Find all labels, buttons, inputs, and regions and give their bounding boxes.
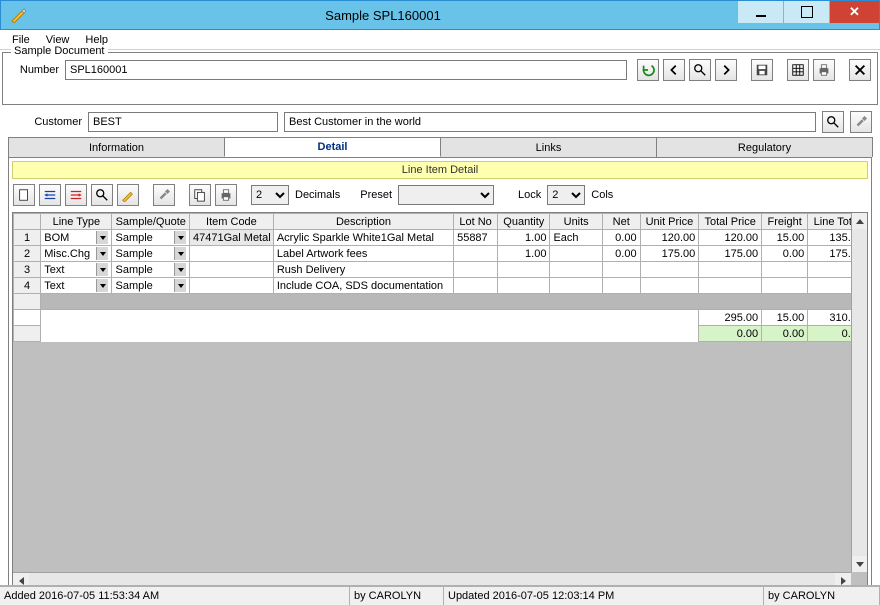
col-sample-quote: Sample/Quote: [112, 214, 190, 230]
indent-left-button[interactable]: [39, 184, 61, 206]
copy-button[interactable]: [189, 184, 211, 206]
col-rownum: [14, 214, 41, 230]
dropdown-arrow-icon[interactable]: [96, 263, 108, 276]
tab-body: Line Item Detail 2 Decimals Preset Lock …: [8, 157, 872, 593]
tab-links[interactable]: Links: [440, 137, 657, 157]
customer-row: Customer: [8, 111, 872, 133]
menu-bar: File View Help: [0, 30, 880, 50]
dropdown-arrow-icon[interactable]: [174, 231, 186, 244]
col-unit-price: Unit Price: [640, 214, 699, 230]
dropdown-arrow-icon[interactable]: [174, 279, 186, 292]
find-button[interactable]: [91, 184, 113, 206]
lock-label: Lock: [516, 189, 543, 201]
table-row[interactable]: 2Misc.ChgSampleLabel Artwork fees1.000.0…: [14, 246, 867, 262]
grid-vscroll[interactable]: [851, 213, 867, 572]
customer-search-button[interactable]: [822, 111, 844, 133]
totals-row-1: 295.00 15.00 310.00: [14, 310, 867, 326]
app-icon: [7, 4, 29, 26]
cols-label: Cols: [589, 189, 615, 201]
status-updated: Updated 2016-07-05 12:03:14 PM: [444, 586, 764, 605]
preset-select[interactable]: [398, 185, 494, 205]
edit-button[interactable]: [117, 184, 139, 206]
col-total-price: Total Price: [699, 214, 762, 230]
customer-settings-button[interactable]: [850, 111, 872, 133]
status-updated-by: by CAROLYN: [764, 586, 880, 605]
customer-name-input[interactable]: [284, 112, 816, 132]
scroll-up-icon[interactable]: [852, 213, 867, 229]
decimals-select[interactable]: 2: [251, 185, 289, 205]
scroll-down-icon[interactable]: [852, 556, 867, 572]
col-units: Units: [550, 214, 602, 230]
grid-spacer-row: [14, 294, 867, 310]
customer-label: Customer: [8, 116, 82, 128]
tab-detail[interactable]: Detail: [224, 137, 441, 157]
table-row[interactable]: 4TextSampleInclude COA, SDS documentatio…: [14, 278, 867, 294]
delete-button[interactable]: [849, 59, 871, 81]
status-bar: Added 2016-07-05 11:53:34 AM by CAROLYN …: [0, 585, 880, 605]
col-quantity: Quantity: [498, 214, 550, 230]
status-added-by: by CAROLYN: [350, 586, 444, 605]
window-title: Sample SPL160001: [29, 8, 737, 23]
tab-regulatory[interactable]: Regulatory: [656, 137, 873, 157]
col-item-code: Item Code: [190, 214, 274, 230]
totals-row-2: 0.00 0.00 0.00: [14, 326, 867, 342]
col-freight: Freight: [762, 214, 808, 230]
frame-label: Sample Document: [11, 45, 108, 57]
grid-button[interactable]: [787, 59, 809, 81]
dropdown-arrow-icon[interactable]: [174, 247, 186, 260]
decimals-label: Decimals: [293, 189, 342, 201]
dropdown-arrow-icon[interactable]: [96, 279, 108, 292]
lock-select[interactable]: 2: [547, 185, 585, 205]
detail-toolbar: 2 Decimals Preset Lock 2 Cols: [9, 182, 871, 208]
close-button[interactable]: [829, 1, 879, 23]
indent-right-button[interactable]: [65, 184, 87, 206]
col-description: Description: [273, 214, 453, 230]
number-input[interactable]: [65, 60, 627, 80]
maximize-button[interactable]: [783, 1, 829, 23]
dropdown-arrow-icon[interactable]: [96, 231, 108, 244]
titlebar: Sample SPL160001: [0, 0, 880, 30]
sample-document-frame: Sample Document Number: [2, 52, 878, 105]
print-detail-button[interactable]: [215, 184, 237, 206]
prev-button[interactable]: [663, 59, 685, 81]
tab-information[interactable]: Information: [8, 137, 225, 157]
tabs: Information Detail Links Regulatory: [8, 137, 872, 157]
col-line-type: Line Type: [41, 214, 112, 230]
status-added: Added 2016-07-05 11:53:34 AM: [0, 586, 350, 605]
tool-button[interactable]: [153, 184, 175, 206]
line-item-grid[interactable]: Line Type Sample/Quote Item Code Descrip…: [12, 212, 868, 589]
search-button[interactable]: [689, 59, 711, 81]
table-row[interactable]: 3TextSampleRush Delivery: [14, 262, 867, 278]
preset-label: Preset: [358, 189, 394, 201]
detail-banner: Line Item Detail: [12, 161, 868, 179]
customer-code-input[interactable]: [88, 112, 278, 132]
minimize-button[interactable]: [737, 1, 783, 23]
save-button[interactable]: [751, 59, 773, 81]
next-button[interactable]: [715, 59, 737, 81]
print-button[interactable]: [813, 59, 835, 81]
col-lot-no: Lot No: [454, 214, 498, 230]
new-line-button[interactable]: [13, 184, 35, 206]
grid-header-row: Line Type Sample/Quote Item Code Descrip…: [14, 214, 867, 230]
undo-button[interactable]: [637, 59, 659, 81]
dropdown-arrow-icon[interactable]: [96, 247, 108, 260]
dropdown-arrow-icon[interactable]: [174, 263, 186, 276]
number-label: Number: [9, 64, 59, 76]
table-row[interactable]: 1BOMSample47471Gal MetalAcrylic Sparkle …: [14, 230, 867, 246]
col-net: Net: [602, 214, 640, 230]
